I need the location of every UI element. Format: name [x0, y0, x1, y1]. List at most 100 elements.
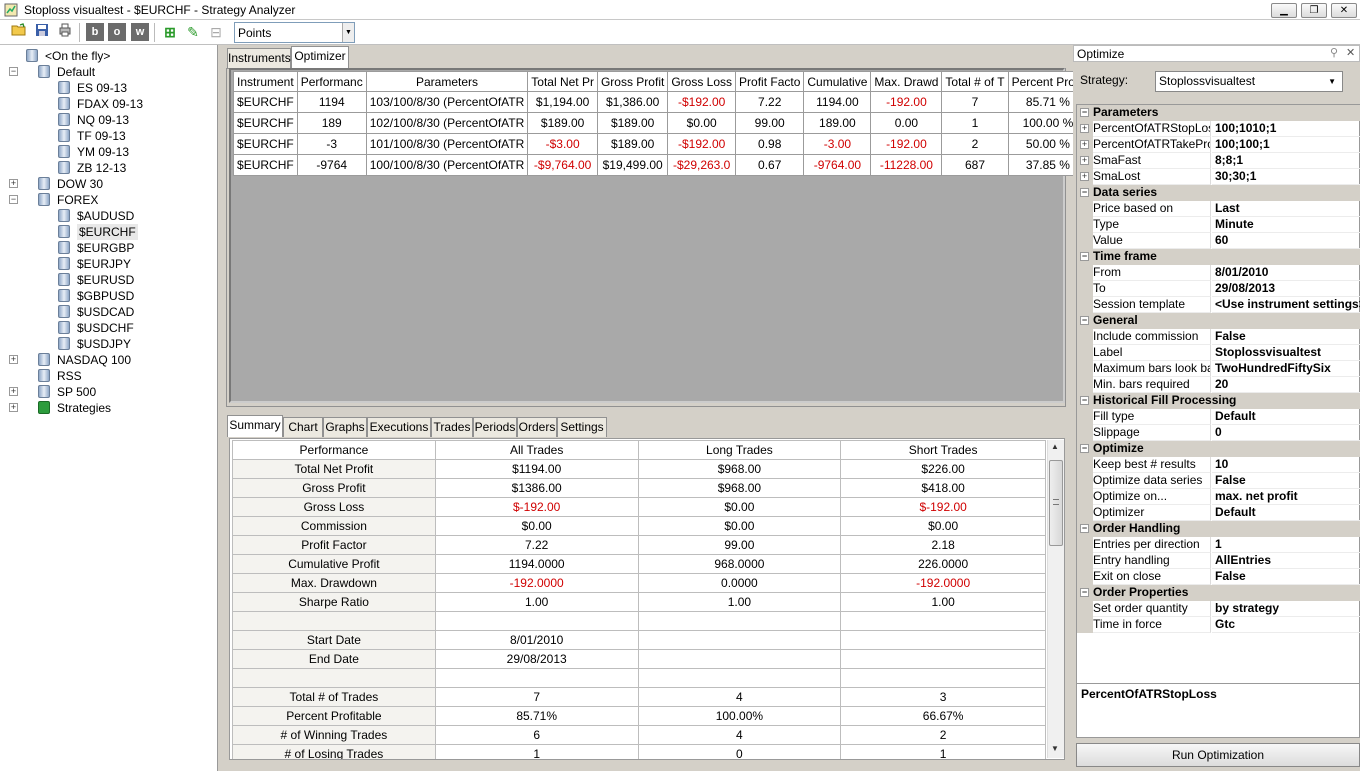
table-row[interactable]: $EURCHF -9764 100/100/8/30 (PercentOfATR -$… — [233, 154, 1089, 176]
close-panel-icon[interactable]: ✕ — [1346, 46, 1355, 59]
tree-item[interactable]: TF 09-13 — [77, 128, 126, 144]
property-value[interactable]: 29/08/2013 — [1212, 281, 1360, 297]
property-row[interactable]: To 29/08/2013 — [1077, 281, 1360, 297]
print-icon[interactable] — [56, 23, 74, 41]
tab-chart[interactable]: Chart — [283, 417, 323, 437]
expand-icon[interactable]: + — [1080, 124, 1089, 133]
tree-expander-icon[interactable]: + — [9, 179, 18, 188]
property-row[interactable]: Value 60 — [1077, 233, 1360, 249]
property-value[interactable]: Gtc — [1212, 617, 1360, 633]
property-row[interactable]: Type Minute — [1077, 217, 1360, 233]
property-category[interactable]: − Time frame — [1077, 249, 1360, 265]
column-header[interactable]: Performanc — [296, 71, 367, 92]
property-value[interactable]: by strategy — [1212, 601, 1360, 617]
tree-expander-icon[interactable]: + — [9, 387, 18, 396]
tree-item[interactable]: RSS — [57, 368, 82, 384]
tab-instruments[interactable]: Instruments — [227, 48, 291, 68]
property-row[interactable]: + PercentOfATRTakeProf 100;100;1 — [1077, 137, 1360, 153]
display-unit-select[interactable]: Points ▼ — [234, 22, 355, 43]
tree-item[interactable]: FOREX — [57, 192, 98, 208]
property-row[interactable]: Optimizer Default — [1077, 505, 1360, 521]
expand-icon[interactable]: + — [1080, 156, 1089, 165]
property-row[interactable]: Optimize data series False — [1077, 473, 1360, 489]
property-value[interactable]: <Use instrument settings> — [1212, 297, 1360, 313]
tab-executions[interactable]: Executions — [367, 417, 431, 437]
column-header[interactable]: Total Net Pr — [527, 71, 598, 92]
collapse-icon[interactable]: − — [1080, 444, 1089, 453]
property-category[interactable]: − Data series — [1077, 185, 1360, 201]
property-value[interactable]: Default — [1212, 409, 1360, 425]
bar-chart-w-icon[interactable]: w — [131, 23, 149, 41]
remove-icon[interactable]: ⊟ — [207, 23, 225, 41]
property-value[interactable]: 8;8;1 — [1212, 153, 1360, 169]
table-row[interactable]: $EURCHF -3 101/100/8/30 (PercentOfATR -$3.0… — [233, 133, 1089, 155]
tree-item[interactable]: Strategies — [57, 400, 111, 416]
tree-item[interactable]: FDAX 09-13 — [77, 96, 143, 112]
property-row[interactable]: Keep best # results 10 — [1077, 457, 1360, 473]
tab-summary[interactable]: Summary — [227, 415, 283, 437]
property-value[interactable]: 10 — [1212, 457, 1360, 473]
bar-chart-b-icon[interactable]: b — [86, 23, 104, 41]
property-row[interactable]: Optimize on... max. net profit — [1077, 489, 1360, 505]
tree-item[interactable]: NASDAQ 100 — [57, 352, 131, 368]
minimize-button[interactable]: ▁ — [1271, 3, 1297, 18]
property-row[interactable]: Min. bars required 20 — [1077, 377, 1360, 393]
collapse-icon[interactable]: − — [1080, 108, 1089, 117]
property-row[interactable]: Fill type Default — [1077, 409, 1360, 425]
tree-item[interactable]: ZB 12-13 — [77, 160, 126, 176]
property-row[interactable]: Entries per direction 1 — [1077, 537, 1360, 553]
column-header[interactable]: Parameters — [365, 71, 529, 92]
property-value[interactable]: 0 — [1212, 425, 1360, 441]
tree-item[interactable]: $USDCAD — [77, 304, 134, 320]
table-row[interactable]: $EURCHF 1194 103/100/8/30 (PercentOfATR $1,… — [233, 91, 1089, 113]
tab-settings[interactable]: Settings — [557, 417, 607, 437]
close-button[interactable]: ✕ — [1331, 3, 1357, 18]
collapse-icon[interactable]: − — [1080, 188, 1089, 197]
property-row[interactable]: From 8/01/2010 — [1077, 265, 1360, 281]
column-header[interactable]: Gross Profit — [596, 71, 669, 92]
property-value[interactable]: 60 — [1212, 233, 1360, 249]
tree-item[interactable]: YM 09-13 — [77, 144, 129, 160]
tree-item[interactable]: Default — [57, 64, 95, 80]
save-icon[interactable] — [33, 23, 51, 41]
property-row[interactable]: + SmaFast 8;8;1 — [1077, 153, 1360, 169]
property-value[interactable]: Last — [1212, 201, 1360, 217]
property-value[interactable]: 100;100;1 — [1212, 137, 1360, 153]
tree-item[interactable]: $USDJPY — [77, 336, 131, 352]
property-value[interactable]: 1 — [1212, 537, 1360, 553]
column-header[interactable]: Profit Facto — [735, 71, 805, 92]
property-value[interactable]: TwoHundredFiftySix — [1212, 361, 1360, 377]
open-folder-icon[interactable] — [10, 23, 28, 41]
expand-icon[interactable]: + — [1080, 140, 1089, 149]
column-header[interactable]: Gross Loss — [667, 71, 737, 92]
property-category[interactable]: − Order Properties — [1077, 585, 1360, 601]
pin-icon[interactable]: ⚲ — [1330, 46, 1338, 59]
property-row[interactable]: Label Stoplossvisualtest — [1077, 345, 1360, 361]
collapse-icon[interactable]: − — [1080, 316, 1089, 325]
property-value[interactable]: Minute — [1212, 217, 1360, 233]
tree-expander-icon[interactable]: + — [9, 355, 18, 364]
collapse-icon[interactable]: − — [1080, 588, 1089, 597]
tree-item[interactable]: $AUDUSD — [77, 208, 134, 224]
maximize-button[interactable]: ❐ — [1301, 3, 1327, 18]
run-optimization-button[interactable]: Run Optimization — [1076, 743, 1360, 767]
table-row[interactable]: $EURCHF 189 102/100/8/30 (PercentOfATR $189… — [233, 112, 1089, 134]
tab-trades[interactable]: Trades — [431, 417, 473, 437]
tab-orders[interactable]: Orders — [517, 417, 557, 437]
strategy-select[interactable]: Stoplossvisualtest ▼ — [1155, 71, 1343, 92]
collapse-icon[interactable]: − — [1080, 252, 1089, 261]
property-category[interactable]: − General — [1077, 313, 1360, 329]
property-value[interactable]: 20 — [1212, 377, 1360, 393]
tree-item[interactable]: ES 09-13 — [77, 80, 127, 96]
tab-periods[interactable]: Periods — [473, 417, 517, 437]
property-category[interactable]: − Order Handling — [1077, 521, 1360, 537]
tree-item[interactable]: $EURJPY — [77, 256, 131, 272]
property-category[interactable]: − Optimize — [1077, 441, 1360, 457]
bar-chart-o-icon[interactable]: o — [108, 23, 126, 41]
tree-expander-icon[interactable]: − — [9, 67, 18, 76]
add-icon[interactable]: ⊞ — [161, 23, 179, 41]
property-row[interactable]: Time in force Gtc — [1077, 617, 1360, 633]
column-header[interactable]: Instrument — [233, 71, 298, 92]
property-row[interactable]: Price based on Last — [1077, 201, 1360, 217]
property-row[interactable]: Slippage 0 — [1077, 425, 1360, 441]
